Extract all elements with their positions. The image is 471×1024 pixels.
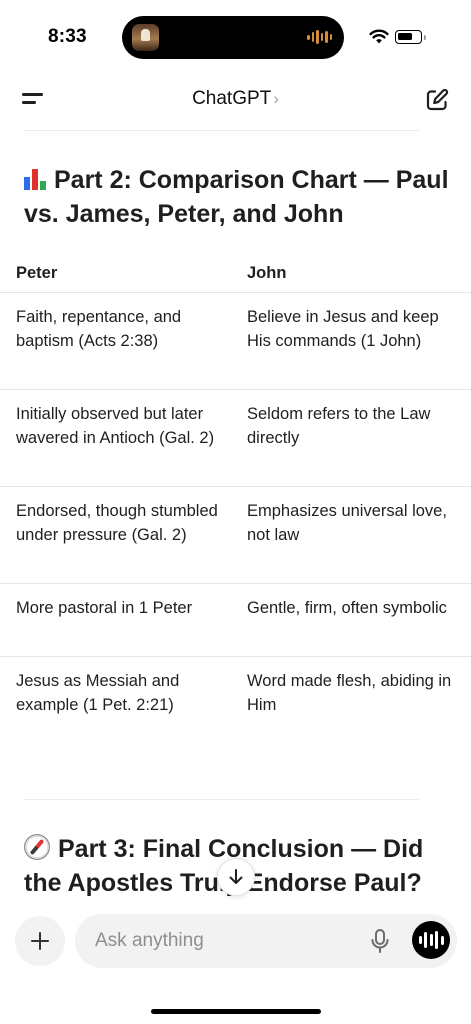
- column-header-john: John: [247, 264, 287, 282]
- compose-icon[interactable]: [424, 87, 450, 113]
- chevron-right-icon: ›: [273, 89, 279, 108]
- table-row: Faith, repentance, and baptism (Acts 2:3…: [0, 293, 471, 390]
- table-cell-peter: Faith, repentance, and baptism (Acts 2:3…: [16, 308, 182, 350]
- plus-icon[interactable]: [15, 916, 65, 966]
- comparison-table: Peter John Faith, repentance, and baptis…: [0, 247, 471, 730]
- table-row: More pastoral in 1 Peter Gentle, firm, o…: [0, 584, 471, 657]
- table-cell-peter: Jesus as Messiah and example (1 Pet. 2:2…: [16, 672, 180, 714]
- input-placeholder: Ask anything: [95, 930, 204, 951]
- table-cell-john: Believe in Jesus and keep His commands (…: [247, 308, 439, 350]
- table-cell-john: Word made flesh, abiding in Him: [247, 672, 452, 714]
- divider: [24, 130, 419, 131]
- table-cell-peter: Initially observed but later wavered in …: [16, 405, 215, 447]
- top-nav-bar: ChatGPT ›: [0, 76, 471, 122]
- voice-mode-icon[interactable]: [412, 921, 450, 959]
- table-cell-john: Emphasizes universal love, not law: [247, 502, 447, 544]
- arrow-down-icon: [229, 869, 243, 884]
- scroll-to-bottom-button[interactable]: [217, 858, 255, 896]
- table-cell-john: Gentle, firm, often symbolic: [247, 599, 447, 617]
- wifi-icon: [369, 29, 389, 44]
- bar-chart-emoji-icon: [24, 168, 46, 190]
- model-selector[interactable]: ChatGPT ›: [0, 88, 471, 110]
- battery-icon: [395, 30, 426, 44]
- table-row: Initially observed but later wavered in …: [0, 390, 471, 487]
- microphone-icon[interactable]: [368, 928, 392, 954]
- home-indicator[interactable]: [151, 1009, 321, 1014]
- table-cell-peter: More pastoral in 1 Peter: [16, 599, 193, 617]
- nav-title-text: ChatGPT: [192, 88, 272, 109]
- status-bar: 8:33: [0, 0, 471, 76]
- table-cell-peter: Endorsed, though stumbled under pressure…: [16, 502, 218, 544]
- divider: [24, 799, 419, 800]
- table-row: Jesus as Messiah and example (1 Pet. 2:2…: [0, 657, 471, 730]
- table-row: Endorsed, though stumbled under pressure…: [0, 487, 471, 584]
- status-time: 8:33: [48, 26, 87, 47]
- audio-waveform-icon: [307, 29, 332, 45]
- heading-text: Part 2: Comparison Chart — Paul vs. Jame…: [24, 166, 449, 228]
- now-playing-thumbnail: [132, 24, 159, 51]
- section-heading-part2: Part 2: Comparison Chart — Paul vs. Jame…: [24, 163, 454, 231]
- dynamic-island[interactable]: [122, 16, 344, 59]
- table-cell-john: Seldom refers to the Law directly: [247, 405, 431, 447]
- compass-emoji-icon: [24, 834, 50, 860]
- table-header-row: Peter John: [0, 247, 471, 293]
- column-header-peter: Peter: [16, 264, 58, 282]
- message-input[interactable]: Ask anything: [75, 914, 457, 968]
